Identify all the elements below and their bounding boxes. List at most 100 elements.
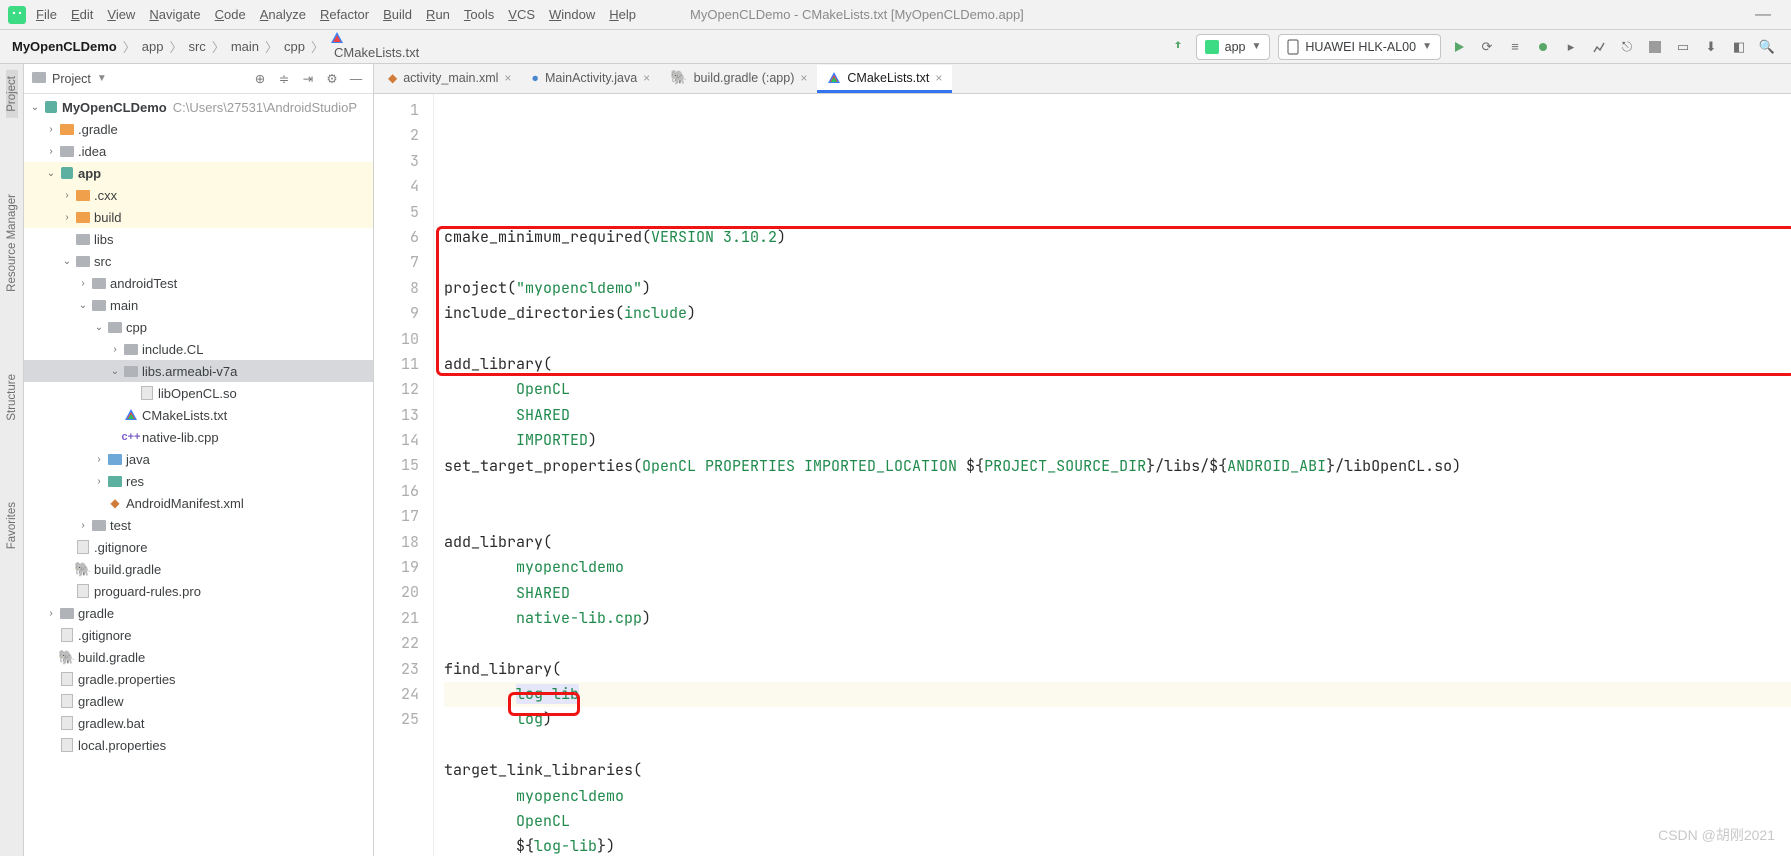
- tree-expander-icon[interactable]: ⌄: [92, 322, 106, 333]
- tree-expander-icon[interactable]: ›: [44, 146, 58, 157]
- tree-node[interactable]: libs: [24, 228, 373, 250]
- tree-node[interactable]: libOpenCL.so: [24, 382, 373, 404]
- tree-node[interactable]: .gitignore: [24, 624, 373, 646]
- expand-all-icon[interactable]: ≑: [275, 70, 293, 88]
- tool-strip-favorites[interactable]: Favorites: [6, 496, 18, 555]
- breadcrumb-item[interactable]: CMakeLists.txt: [328, 31, 421, 61]
- menu-file[interactable]: File: [36, 7, 57, 22]
- close-tab-icon[interactable]: ×: [800, 71, 807, 85]
- close-tab-icon[interactable]: ×: [643, 71, 650, 85]
- editor-tab[interactable]: CMakeLists.txt×: [817, 65, 952, 93]
- tree-node[interactable]: gradlew: [24, 690, 373, 712]
- tree-expander-icon[interactable]: ⌄: [60, 256, 74, 267]
- menu-refactor[interactable]: Refactor: [320, 7, 369, 22]
- tree-expander-icon[interactable]: ›: [44, 124, 58, 135]
- code-editor[interactable]: 1234567891011121314151617181920212223242…: [374, 94, 1791, 856]
- tree-node[interactable]: ›include.CL: [24, 338, 373, 360]
- menu-code[interactable]: Code: [215, 7, 246, 22]
- apply-code-icon[interactable]: ≡: [1504, 35, 1526, 59]
- tree-node[interactable]: ›gradle: [24, 602, 373, 624]
- close-tab-icon[interactable]: ×: [935, 71, 942, 85]
- tree-node[interactable]: ⌄libs.armeabi-v7a: [24, 360, 373, 382]
- tree-node[interactable]: gradlew.bat: [24, 712, 373, 734]
- gear-icon[interactable]: ⚙: [323, 70, 341, 88]
- device-combo[interactable]: HUAWEI HLK-AL00▼: [1278, 34, 1441, 60]
- tree-node[interactable]: ›.idea: [24, 140, 373, 162]
- layout-inspector-icon[interactable]: ◧: [1728, 35, 1750, 59]
- tree-node[interactable]: ›java: [24, 448, 373, 470]
- sync-icon[interactable]: [1167, 35, 1189, 59]
- menu-view[interactable]: View: [107, 7, 135, 22]
- project-tree[interactable]: ⌄MyOpenCLDemoC:\Users\27531\AndroidStudi…: [24, 94, 373, 856]
- menu-run[interactable]: Run: [426, 7, 450, 22]
- tree-node[interactable]: ›build: [24, 206, 373, 228]
- tool-strip-resource-manager[interactable]: Resource Manager: [6, 188, 18, 298]
- editor-tab[interactable]: ◆activity_main.xml×: [378, 65, 521, 93]
- tree-node[interactable]: ›.cxx: [24, 184, 373, 206]
- tree-node[interactable]: c++native-lib.cpp: [24, 426, 373, 448]
- apply-changes-icon[interactable]: ⟳: [1476, 35, 1498, 59]
- menu-navigate[interactable]: Navigate: [149, 7, 200, 22]
- breadcrumb-item[interactable]: main: [229, 39, 261, 54]
- tree-expander-icon[interactable]: ›: [44, 608, 58, 619]
- editor-tab[interactable]: 🐘build.gradle (:app)×: [660, 65, 817, 93]
- avd-manager-icon[interactable]: ▭: [1672, 35, 1694, 59]
- menu-edit[interactable]: Edit: [71, 7, 93, 22]
- code-content[interactable]: cmake_minimum_required(VERSION 3.10.2) p…: [434, 94, 1791, 856]
- menu-analyze[interactable]: Analyze: [260, 7, 306, 22]
- menu-help[interactable]: Help: [609, 7, 636, 22]
- tree-node[interactable]: 🐘build.gradle: [24, 558, 373, 580]
- attach-debugger-icon[interactable]: ⎋: [1616, 35, 1638, 59]
- tree-node[interactable]: ⌄src: [24, 250, 373, 272]
- tree-node[interactable]: ⌄MyOpenCLDemoC:\Users\27531\AndroidStudi…: [24, 96, 373, 118]
- tree-node[interactable]: proguard-rules.pro: [24, 580, 373, 602]
- tree-expander-icon[interactable]: ⌄: [108, 366, 122, 377]
- breadcrumb-item[interactable]: src: [186, 39, 207, 54]
- breadcrumb-item[interactable]: app: [140, 39, 166, 54]
- tree-node[interactable]: ◆AndroidManifest.xml: [24, 492, 373, 514]
- tree-node[interactable]: gradle.properties: [24, 668, 373, 690]
- tree-node[interactable]: ⌄app: [24, 162, 373, 184]
- tree-expander-icon[interactable]: ›: [60, 190, 74, 201]
- menu-window[interactable]: Window: [549, 7, 595, 22]
- profile-button[interactable]: [1588, 35, 1610, 59]
- tree-expander-icon[interactable]: ›: [108, 344, 122, 355]
- run-button[interactable]: [1448, 35, 1470, 59]
- close-tab-icon[interactable]: ×: [504, 71, 511, 85]
- tool-strip-project[interactable]: Project: [6, 70, 18, 118]
- tree-node[interactable]: ›androidTest: [24, 272, 373, 294]
- tree-node[interactable]: ›.gradle: [24, 118, 373, 140]
- tree-node[interactable]: ⌄cpp: [24, 316, 373, 338]
- select-opened-icon[interactable]: ⊕: [251, 70, 269, 88]
- tree-expander-icon[interactable]: ⌄: [28, 102, 42, 113]
- editor-tab[interactable]: ●MainActivity.java×: [521, 65, 660, 93]
- menu-vcs[interactable]: VCS: [508, 7, 535, 22]
- tree-expander-icon[interactable]: ›: [92, 454, 106, 465]
- tree-expander-icon[interactable]: ⌄: [44, 168, 58, 179]
- tree-expander-icon[interactable]: ›: [76, 278, 90, 289]
- tree-expander-icon[interactable]: ›: [76, 520, 90, 531]
- tree-node[interactable]: local.properties: [24, 734, 373, 756]
- menu-build[interactable]: Build: [383, 7, 412, 22]
- tool-strip-structure[interactable]: Structure: [6, 368, 18, 427]
- hide-panel-icon[interactable]: —: [347, 70, 365, 88]
- tree-node[interactable]: ›test: [24, 514, 373, 536]
- collapse-all-icon[interactable]: ⇥: [299, 70, 317, 88]
- tree-node[interactable]: ›res: [24, 470, 373, 492]
- run-config-combo[interactable]: app▼: [1196, 34, 1271, 60]
- tree-expander-icon[interactable]: ›: [92, 476, 106, 487]
- minimize-button[interactable]: —: [1743, 6, 1783, 24]
- search-icon[interactable]: 🔍: [1756, 35, 1778, 59]
- breadcrumb-item[interactable]: cpp: [282, 39, 307, 54]
- tree-node[interactable]: .gitignore: [24, 536, 373, 558]
- sdk-manager-icon[interactable]: ⬇: [1700, 35, 1722, 59]
- breadcrumb-item[interactable]: MyOpenCLDemo: [10, 39, 119, 54]
- tree-expander-icon[interactable]: ⌄: [76, 300, 90, 311]
- menu-tools[interactable]: Tools: [464, 7, 494, 22]
- tree-node[interactable]: ⌄main: [24, 294, 373, 316]
- coverage-icon[interactable]: ▸: [1560, 35, 1582, 59]
- debug-button[interactable]: [1532, 35, 1554, 59]
- tree-expander-icon[interactable]: ›: [60, 212, 74, 223]
- tree-node[interactable]: 🐘build.gradle: [24, 646, 373, 668]
- stop-button[interactable]: [1644, 35, 1666, 59]
